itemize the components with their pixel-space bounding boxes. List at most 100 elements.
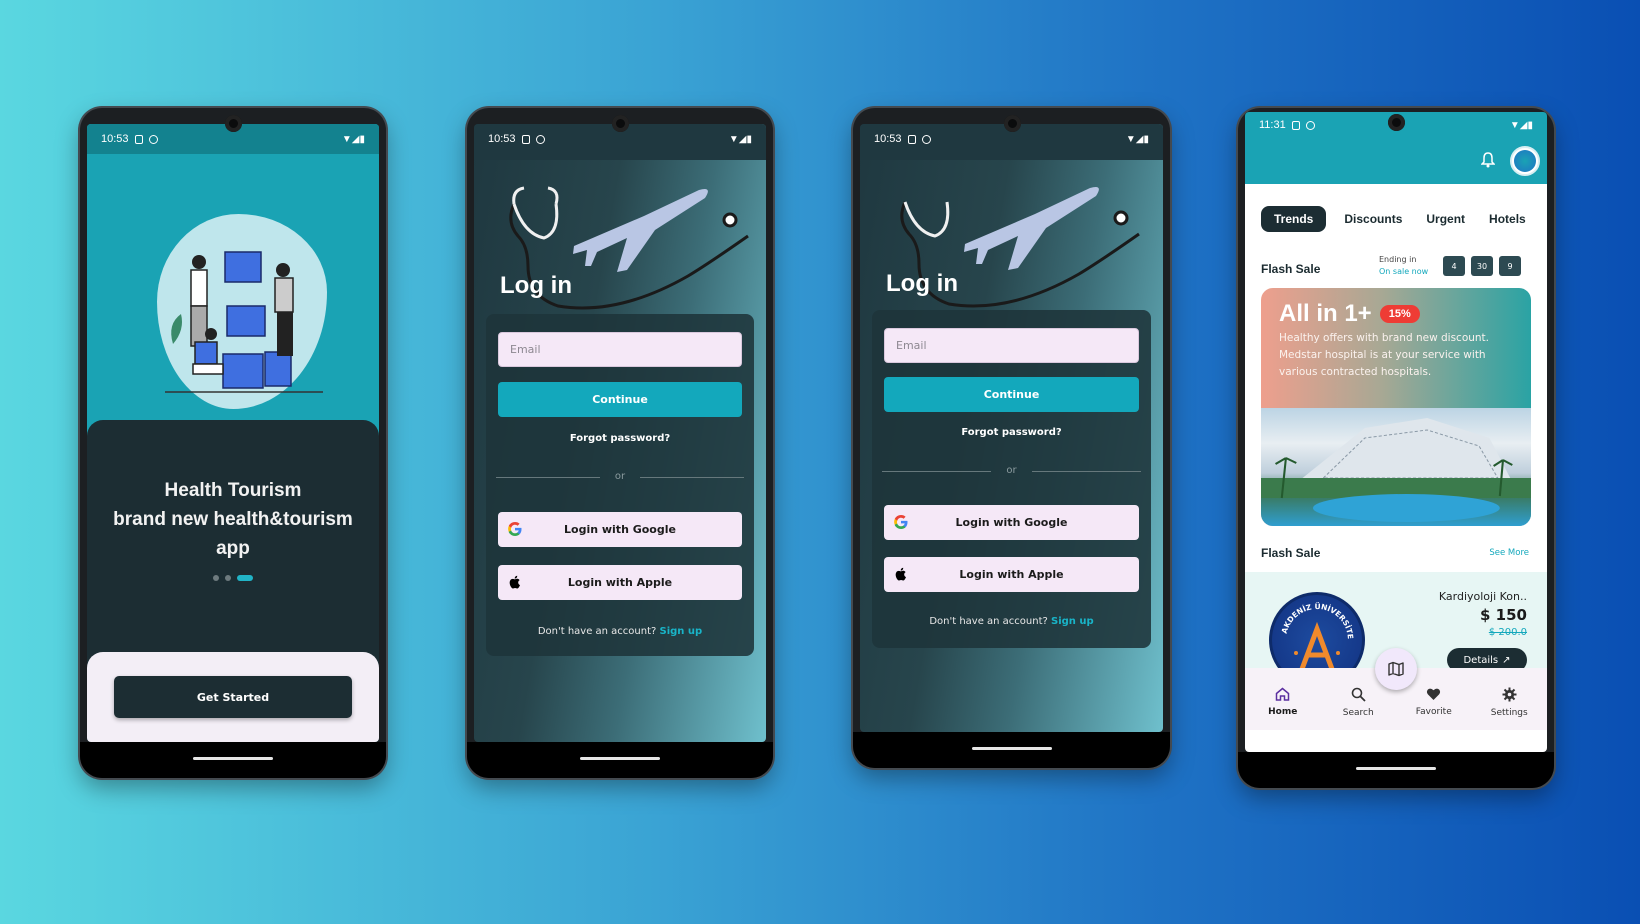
status-time: 11:31 xyxy=(1259,119,1286,131)
tab-urgent[interactable]: Urgent xyxy=(1420,206,1471,232)
login-google-label: Login with Google xyxy=(564,523,676,536)
signup-link[interactable]: Sign up xyxy=(660,626,703,637)
front-camera xyxy=(612,115,629,132)
front-camera xyxy=(225,115,242,132)
nav-settings[interactable]: Settings xyxy=(1479,687,1539,718)
nav-search-label: Search xyxy=(1342,707,1374,718)
ending-label: Ending in xyxy=(1379,255,1417,264)
email-field[interactable]: Email xyxy=(884,328,1139,363)
bell-icon[interactable] xyxy=(1481,152,1495,168)
promo-description: Healthy offers with brand new discount. … xyxy=(1279,332,1490,378)
google-icon xyxy=(894,515,908,529)
page-dot[interactable] xyxy=(225,575,231,581)
sim-icon xyxy=(521,134,530,144)
login-screen: 10:53 ▼◢▮ Log in Email Continue Forgot p… xyxy=(860,124,1163,732)
phone-login-1: 10:53 ▼◢▮ Log in Email Continue Forgot p… xyxy=(467,108,773,778)
details-label: Details xyxy=(1463,654,1499,666)
login-card: Email Continue Forgot password? or Login… xyxy=(486,314,754,656)
sim-icon xyxy=(907,134,916,144)
page-dot-active[interactable] xyxy=(237,575,253,581)
email-field[interactable]: Email xyxy=(498,332,742,367)
see-more-link[interactable]: See More xyxy=(1489,548,1529,558)
system-nav-bar xyxy=(853,732,1170,768)
home-gesture-pill[interactable] xyxy=(971,747,1052,750)
tab-discounts[interactable]: Discounts xyxy=(1338,206,1408,232)
onboarding-bottom-sheet: Get Started xyxy=(87,652,379,742)
avatar[interactable] xyxy=(1510,146,1540,176)
hotel-photo xyxy=(1261,408,1531,526)
no-account-text: Don't have an account? xyxy=(537,626,657,637)
nav-home-label: Home xyxy=(1268,707,1298,717)
system-nav-bar xyxy=(1238,752,1554,788)
continue-button[interactable]: Continue xyxy=(498,382,742,417)
phone-onboarding: 10:53 ▼◢▮ Health Tourism brand new healt… xyxy=(80,108,386,778)
promo-banner[interactable]: All in 1+ 15% Healthy offers with brand … xyxy=(1261,288,1531,526)
forgot-password-link[interactable]: Forgot password? xyxy=(872,427,1151,438)
forgot-password-link[interactable]: Forgot password? xyxy=(486,433,754,444)
login-apple-label: Login with Apple xyxy=(567,576,673,589)
status-time: 10:53 xyxy=(488,133,516,145)
people-moving-boxes-illustration xyxy=(165,251,323,393)
nav-search[interactable]: Search xyxy=(1328,687,1388,718)
hotel-building-image xyxy=(1261,418,1531,522)
tab-trends[interactable]: Trends xyxy=(1261,206,1327,232)
home-icon xyxy=(1276,687,1290,701)
nav-favorite[interactable]: Favorite xyxy=(1404,687,1464,717)
signal-battery-icons: ▼◢▮ xyxy=(341,133,365,145)
front-camera xyxy=(1388,114,1405,131)
login-apple-button[interactable]: Login with Apple xyxy=(884,557,1139,592)
login-google-label: Login with Google xyxy=(955,516,1068,529)
search-icon xyxy=(1351,687,1366,702)
signup-link[interactable]: Sign up xyxy=(1051,616,1094,627)
home-gesture-pill[interactable] xyxy=(193,757,273,760)
category-tabs: Trends Discounts Urgent Hotels xyxy=(1261,206,1532,232)
home-screen: 11:31 ▼◢▮ Trends Discounts Urgent Hotels… xyxy=(1245,112,1547,752)
product-price: $ 150 xyxy=(1480,606,1527,624)
map-fab-button[interactable] xyxy=(1375,648,1417,690)
login-card: Email Continue Forgot password? or Login… xyxy=(872,310,1151,648)
sync-icon xyxy=(148,134,158,144)
flash-sale-title-2: Flash Sale xyxy=(1261,546,1321,560)
or-divider: or xyxy=(882,465,1141,477)
page-dot[interactable] xyxy=(213,575,219,581)
login-google-button[interactable]: Login with Google xyxy=(498,512,742,547)
onboarding-title: Health Tourism brand new health&tourism … xyxy=(97,476,369,563)
or-divider: or xyxy=(496,471,744,483)
signal-battery-icons: ▼◢▮ xyxy=(728,133,752,145)
phone-home: 11:31 ▼◢▮ Trends Discounts Urgent Hotels… xyxy=(1238,108,1554,788)
title-line-2: brand new health&tourism xyxy=(113,509,353,530)
login-title: Log in xyxy=(886,270,958,297)
onboarding-screen: 10:53 ▼◢▮ Health Tourism brand new healt… xyxy=(87,124,379,742)
login-screen: 10:53 ▼◢▮ Log in Email Continue Forgot p… xyxy=(474,124,766,742)
avatar-logo-icon xyxy=(1514,150,1536,172)
google-icon xyxy=(508,522,522,536)
status-time: 10:53 xyxy=(101,133,129,145)
apple-icon xyxy=(509,575,520,589)
login-apple-button[interactable]: Login with Apple xyxy=(498,565,742,600)
get-started-button[interactable]: Get Started xyxy=(114,676,352,718)
system-nav-bar xyxy=(80,742,386,778)
login-google-button[interactable]: Login with Google xyxy=(884,505,1139,540)
map-icon xyxy=(1388,661,1404,677)
sync-icon xyxy=(1305,120,1315,130)
system-nav-bar xyxy=(467,742,773,778)
home-gesture-pill[interactable] xyxy=(580,757,660,760)
login-title: Log in xyxy=(500,272,572,299)
sale-ending-info: Ending in On sale now xyxy=(1379,254,1428,278)
signal-battery-icons: ▼◢▮ xyxy=(1509,119,1533,131)
heart-icon xyxy=(1427,688,1441,700)
product-name: Kardiyoloji Kon.. xyxy=(1438,590,1527,603)
nav-home[interactable]: Home xyxy=(1253,687,1313,717)
sim-icon xyxy=(134,134,143,144)
continue-button[interactable]: Continue xyxy=(884,377,1139,412)
page-indicator xyxy=(87,575,379,581)
front-camera xyxy=(1003,115,1021,132)
flash-sale-title: Flash Sale xyxy=(1261,262,1321,276)
signup-prompt: Don't have an account? Sign up xyxy=(486,626,754,637)
home-gesture-pill[interactable] xyxy=(1356,767,1436,770)
product-old-price: $ 200.0 xyxy=(1488,627,1527,638)
promo-title: All in 1+ xyxy=(1279,300,1372,327)
signal-battery-icons: ▼◢▮ xyxy=(1125,133,1149,145)
sim-icon xyxy=(1291,120,1300,130)
tab-hotels[interactable]: Hotels xyxy=(1483,206,1532,232)
